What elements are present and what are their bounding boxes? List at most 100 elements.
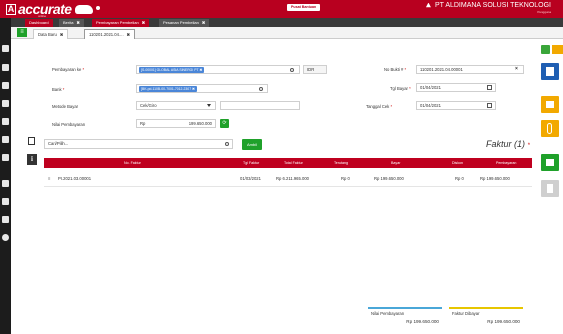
- tab-pesanan-pembelian[interactable]: Pesanan Pembelian ✖: [159, 19, 210, 27]
- tab-label: Pesanan Pembelian: [163, 20, 199, 25]
- search-icon[interactable]: [290, 67, 294, 72]
- delete-button[interactable]: [541, 180, 559, 197]
- bank-label: Bank *: [52, 87, 65, 92]
- vendor-chip[interactable]: [S-00001] GLOBAL ASIA SINERGI PT ✖: [139, 66, 205, 73]
- menu-icon[interactable]: ≡: [17, 28, 27, 37]
- delete-icon: [547, 184, 553, 193]
- invoice-owing: Rp 0: [341, 176, 350, 181]
- tanggal-cek-field[interactable]: 01/04/2021: [416, 101, 496, 110]
- column-header[interactable]: Terutang: [334, 158, 348, 168]
- tanggal-cek-label: Tanggal Cek *: [366, 104, 393, 109]
- tgl-bayar-label: Tgl Bayar *: [390, 86, 411, 91]
- settings-gear-icon[interactable]: [2, 234, 9, 241]
- invoice-search-input[interactable]: Cari/Pilih...: [44, 139, 233, 149]
- dot-menu-icon[interactable]: [96, 6, 100, 10]
- invoice-date: 01/03/2021: [240, 176, 261, 181]
- inventory-icon[interactable]: [2, 64, 9, 71]
- help-center-button[interactable]: Pusat Bantuan: [287, 4, 321, 11]
- summary-value: Rp 199.650.000: [406, 319, 439, 324]
- sales-icon[interactable]: [2, 82, 9, 89]
- column-header[interactable]: Pembayaran: [496, 158, 516, 168]
- column-header[interactable]: Tgl Faktur: [243, 158, 259, 168]
- close-icon[interactable]: ✖: [127, 32, 131, 37]
- currency-prefix: Rp: [140, 121, 146, 126]
- company-name: PT ALDIMANA SOLUSI TEKNOLOGI: [434, 2, 551, 9]
- refresh-amount-icon[interactable]: ⟳: [220, 119, 229, 128]
- close-icon[interactable]: ✖: [202, 20, 205, 25]
- save-icon: [546, 67, 554, 76]
- bank-chip[interactable]: [BK-pd-110B-00-7001-7012-2307 ✖: [139, 85, 197, 92]
- distribute-button[interactable]: [541, 154, 559, 171]
- cash-bank-icon[interactable]: [2, 136, 9, 143]
- report-icon[interactable]: [2, 198, 9, 205]
- chevron-down-icon: [207, 104, 211, 107]
- no-bukti-label: No Bukti # *: [384, 67, 407, 72]
- no-bukti-field[interactable]: 110201.2021.04.00001: [416, 65, 524, 74]
- column-header[interactable]: Bayar: [391, 158, 400, 168]
- column-header[interactable]: Diskon: [452, 158, 463, 168]
- tab-dashboard[interactable]: Dashboard: [25, 19, 53, 27]
- pembayaran-ke-label: Pembayaran ke *: [52, 67, 85, 72]
- company-menu[interactable]: PT ALDIMANA SOLUSI TEKNOLOGI Pengguna: [425, 2, 551, 14]
- faktur-section-title: Faktur (1) *: [486, 139, 530, 149]
- invoice-discount: Rp 0: [455, 176, 464, 181]
- module-sidebar: [0, 18, 11, 334]
- summary-faktur-dibayar: Faktur Dibayar Rp 199.650.000: [449, 307, 523, 327]
- attach-button[interactable]: [541, 120, 559, 137]
- attach-icon: [547, 123, 552, 134]
- list-panel-icon[interactable]: [28, 137, 35, 145]
- search-icon[interactable]: [259, 86, 263, 91]
- purchase-icon[interactable]: [2, 100, 9, 107]
- company-subtext: Pengguna: [537, 10, 551, 14]
- column-header[interactable]: No. Faktur: [124, 158, 141, 168]
- row-divider: [44, 186, 532, 187]
- settings-icon[interactable]: [2, 45, 9, 52]
- close-icon[interactable]: ✖: [142, 20, 145, 25]
- print-button[interactable]: [541, 96, 559, 113]
- cart-icon[interactable]: [2, 118, 9, 125]
- search-icon[interactable]: [225, 142, 229, 146]
- settings-button[interactable]: [541, 45, 550, 54]
- tab-berita[interactable]: Berita ✖: [59, 19, 84, 27]
- metode-bayar-select[interactable]: Cek/Giro: [136, 101, 216, 110]
- print-icon: [546, 101, 554, 108]
- tab-document[interactable]: 110201.2021.04.... ✖: [84, 29, 136, 39]
- invoice-table-header: No. Faktur Tgl Faktur Total Faktur Terut…: [44, 158, 532, 168]
- check-number-field[interactable]: [220, 101, 300, 110]
- cloud-icon: [74, 4, 93, 14]
- nilai-pembayaran-value: 199.650.000: [188, 121, 212, 126]
- nilai-pembayaran-label: Nilai Pembayaran: [52, 122, 86, 127]
- invoice-number: PI.2021.03.00001: [58, 176, 92, 181]
- nilai-pembayaran-field[interactable]: Rp 199.650.000: [136, 119, 216, 128]
- top-header: A accurate online Pusat Bantuan PT ALDIM…: [0, 0, 563, 18]
- summary-value: Rp 199.650.000: [487, 319, 520, 324]
- tab-label: Pembayaran Pembelian: [96, 20, 139, 25]
- tgl-bayar-field[interactable]: 01/04/2021: [416, 83, 496, 92]
- info-icon[interactable]: i: [27, 154, 37, 165]
- add-invoice-button[interactable]: Ambil: [242, 139, 263, 150]
- invoice-paid-amount: Rp 199.650.000: [480, 176, 510, 181]
- calendar-icon[interactable]: [487, 85, 492, 90]
- clear-icon[interactable]: ×: [515, 66, 518, 72]
- tab-pembayaran-pembelian[interactable]: Pembayaran Pembelian ✖: [92, 19, 150, 27]
- fixed-asset-icon[interactable]: [2, 180, 9, 187]
- subtab-label: Data Baru: [38, 32, 57, 37]
- notification-tab[interactable]: [552, 45, 563, 54]
- user-icon: [425, 2, 431, 8]
- drag-handle-icon[interactable]: ≡: [48, 174, 50, 184]
- close-icon[interactable]: ✖: [76, 20, 79, 25]
- summary-label: Nilai Pembayaran: [371, 311, 405, 316]
- ledger-icon[interactable]: [2, 154, 9, 161]
- distribute-icon: [546, 159, 554, 166]
- column-header[interactable]: Total Faktur: [284, 158, 303, 168]
- company-icon[interactable]: [2, 216, 9, 223]
- summary-nilai-pembayaran: Nilai Pembayaran Rp 199.650.000: [368, 307, 442, 327]
- tab-data-baru[interactable]: Data Baru ✖: [33, 29, 69, 39]
- metode-bayar-label: Metode Bayar: [52, 104, 79, 109]
- table-row[interactable]: ≡ PI.2021.03.00001 01/03/2021 Rp 6.211.9…: [44, 174, 532, 184]
- accurate-logo[interactable]: A accurate online: [6, 1, 93, 18]
- save-button[interactable]: [541, 63, 559, 80]
- summary-label: Faktur Dibayar: [452, 311, 480, 316]
- calendar-icon[interactable]: [487, 103, 492, 108]
- close-icon[interactable]: ✖: [60, 32, 64, 37]
